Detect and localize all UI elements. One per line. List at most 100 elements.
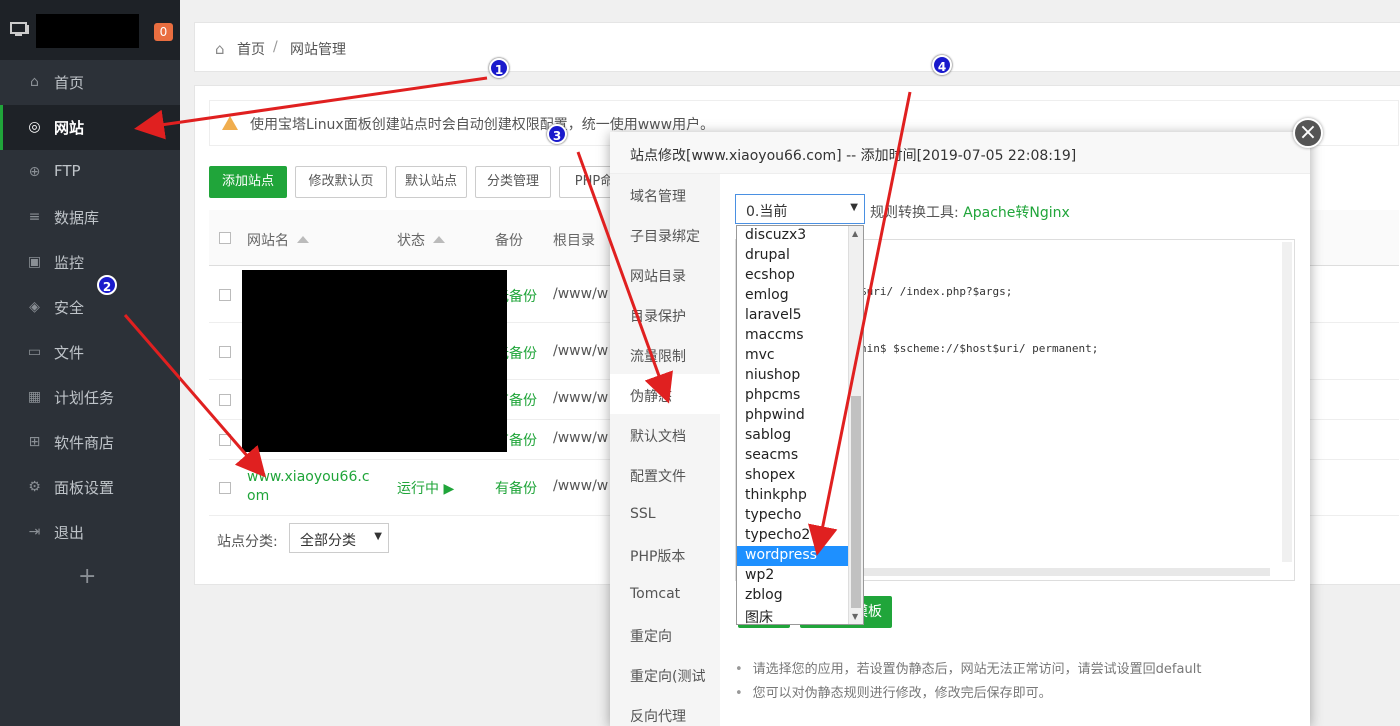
dropdown-option[interactable]: phpwind bbox=[737, 406, 849, 426]
tab-13[interactable]: 反向代理 bbox=[610, 694, 720, 726]
tab-5[interactable]: 伪静态 bbox=[610, 374, 720, 414]
dropdown-option[interactable]: shopex bbox=[737, 466, 849, 486]
rewrite-template-value: 0.当前 bbox=[746, 204, 788, 220]
breadcrumb: ⌂ 首页 / 网站管理 bbox=[194, 22, 1400, 72]
row-checkbox[interactable] bbox=[219, 434, 231, 446]
tab-6[interactable]: 默认文档 bbox=[610, 414, 720, 454]
option-label: sablog bbox=[745, 427, 792, 443]
tab-11[interactable]: 重定向 bbox=[610, 614, 720, 654]
sidebar-item-9[interactable]: ⚙ 面板设置 bbox=[0, 465, 180, 510]
dropdown-option[interactable]: 图床 bbox=[737, 606, 849, 624]
scroll-down-icon[interactable]: ▼ bbox=[852, 612, 858, 621]
dropdown-option[interactable]: zblog bbox=[737, 586, 849, 606]
row-checkbox[interactable] bbox=[219, 346, 231, 358]
sidebar-item-label: 数据库 bbox=[54, 209, 100, 227]
dropdown-option[interactable]: typecho bbox=[737, 506, 849, 526]
tab-10[interactable]: Tomcat bbox=[610, 574, 720, 614]
sidebar-item-0[interactable]: ⌂ 首页 bbox=[0, 60, 180, 105]
dropdown-option[interactable]: drupal bbox=[737, 246, 849, 266]
redacted-server-name bbox=[36, 14, 139, 48]
option-label: wordpress bbox=[745, 547, 817, 563]
dropdown-option[interactable]: thinkphp bbox=[737, 486, 849, 506]
dropdown-option[interactable]: ecshop bbox=[737, 266, 849, 286]
sidebar-item-7[interactable]: ▦ 计划任务 bbox=[0, 375, 180, 420]
header-name[interactable]: 网站名 bbox=[247, 230, 309, 250]
row-status[interactable]: 运行中 ▶ bbox=[397, 478, 454, 498]
sidebar-item-8[interactable]: ⊞ 软件商店 bbox=[0, 420, 180, 465]
default-site-button[interactable]: 默认站点 bbox=[395, 166, 467, 198]
row-checkbox[interactable] bbox=[219, 394, 231, 406]
apache-to-nginx-link[interactable]: Apache转Nginx bbox=[963, 205, 1070, 221]
dropdown-option[interactable]: discuzx3 bbox=[737, 226, 849, 246]
notification-badge[interactable]: 0 bbox=[154, 23, 173, 41]
tab-2[interactable]: 网站目录 bbox=[610, 254, 720, 294]
tab-9[interactable]: PHP版本 bbox=[610, 534, 720, 574]
dropdown-option[interactable]: seacms bbox=[737, 446, 849, 466]
dropdown-scrollbar[interactable]: ▲ ▼ bbox=[848, 226, 863, 624]
shield-icon: ◈ bbox=[29, 299, 40, 315]
breadcrumb-separator: / bbox=[273, 39, 278, 55]
step-marker-3: 3 bbox=[547, 124, 567, 144]
add-shortcut-button[interactable]: + bbox=[78, 564, 96, 589]
header-status[interactable]: 状态 bbox=[397, 230, 445, 250]
scroll-up-icon[interactable]: ▲ bbox=[852, 229, 858, 238]
sidebar-item-4[interactable]: ▣ 监控 bbox=[0, 240, 180, 285]
tab-7[interactable]: 配置文件 bbox=[610, 454, 720, 494]
rewrite-template-select[interactable]: 0.当前 ▼ bbox=[735, 194, 865, 224]
dropdown-option[interactable]: emlog bbox=[737, 286, 849, 306]
sidebar-item-1[interactable]: ◎ 网站 bbox=[0, 105, 180, 150]
select-all-checkbox[interactable] bbox=[219, 232, 231, 244]
dropdown-option[interactable]: wp2 bbox=[737, 566, 849, 586]
add-site-button[interactable]: 添加站点 bbox=[209, 166, 287, 198]
option-label: mvc bbox=[745, 347, 775, 363]
converter-tool: 规则转换工具: Apache转Nginx bbox=[870, 202, 1070, 222]
sidebar-item-5[interactable]: ◈ 安全 bbox=[0, 285, 180, 330]
row-site-name[interactable]: www.xiaoyou66.com bbox=[247, 468, 377, 506]
home-icon[interactable]: ⌂ bbox=[215, 40, 225, 58]
sidebar-item-6[interactable]: ▭ 文件 bbox=[0, 330, 180, 375]
tab-1[interactable]: 子目录绑定 bbox=[610, 214, 720, 254]
editor-vertical-scrollbar[interactable] bbox=[1282, 242, 1292, 562]
monitor-icon: ▣ bbox=[27, 254, 42, 270]
sidebar-item-3[interactable]: ≡ 数据库 bbox=[0, 195, 180, 240]
row-checkbox[interactable] bbox=[219, 482, 231, 494]
tab-3[interactable]: 目录保护 bbox=[610, 294, 720, 334]
rewrite-template-dropdown[interactable]: 图床 zblog wp2 wordpress typecho2 typecho thinkp… bbox=[736, 225, 864, 625]
option-label: ecshop bbox=[745, 267, 795, 283]
option-label: typecho bbox=[745, 507, 802, 523]
option-label: typecho2 bbox=[745, 527, 811, 543]
dropdown-option[interactable]: wordpress bbox=[737, 546, 849, 566]
tab-12[interactable]: 重定向(测试 bbox=[610, 654, 720, 694]
dropdown-option[interactable]: laravel5 bbox=[737, 306, 849, 326]
dropdown-option[interactable]: phpcms bbox=[737, 386, 849, 406]
row-backup[interactable]: 有备份 bbox=[495, 478, 537, 498]
monitor-icon bbox=[10, 22, 29, 36]
header-root: 根目录 bbox=[553, 233, 595, 249]
category-select[interactable]: 全部分类 ▼ bbox=[289, 523, 389, 553]
dropdown-option[interactable]: mvc bbox=[737, 346, 849, 366]
dropdown-option[interactable]: maccms bbox=[737, 326, 849, 346]
row-path[interactable]: /www/w bbox=[553, 430, 608, 446]
sidebar-item-10[interactable]: ⇥ 退出 bbox=[0, 510, 180, 555]
breadcrumb-home[interactable]: 首页 bbox=[237, 39, 265, 59]
sidebar-item-label: 首页 bbox=[54, 74, 85, 92]
dropdown-option[interactable]: typecho2 bbox=[737, 526, 849, 546]
tab-4[interactable]: 流量限制 bbox=[610, 334, 720, 374]
row-path[interactable]: /www/w bbox=[553, 478, 608, 494]
tab-8[interactable]: SSL bbox=[610, 494, 720, 534]
sidebar-item-2[interactable]: ⊕ FTP bbox=[0, 150, 180, 195]
row-checkbox[interactable] bbox=[219, 289, 231, 301]
close-icon[interactable]: × bbox=[1293, 118, 1323, 148]
row-path[interactable]: /www/w bbox=[553, 286, 608, 302]
row-path[interactable]: /www/w bbox=[553, 343, 608, 359]
row-path[interactable]: /www/w bbox=[553, 390, 608, 406]
tab-label: SSL bbox=[630, 506, 656, 522]
tab-0[interactable]: 域名管理 bbox=[610, 174, 720, 214]
dropdown-option[interactable]: niushop bbox=[737, 366, 849, 386]
tab-label: Tomcat bbox=[630, 586, 681, 602]
scrollbar-thumb[interactable] bbox=[851, 396, 861, 608]
category-manage-button[interactable]: 分类管理 bbox=[475, 166, 551, 198]
edit-default-page-button[interactable]: 修改默认页 bbox=[295, 166, 387, 198]
dropdown-option[interactable]: sablog bbox=[737, 426, 849, 446]
tab-label: 配置文件 bbox=[630, 469, 686, 485]
